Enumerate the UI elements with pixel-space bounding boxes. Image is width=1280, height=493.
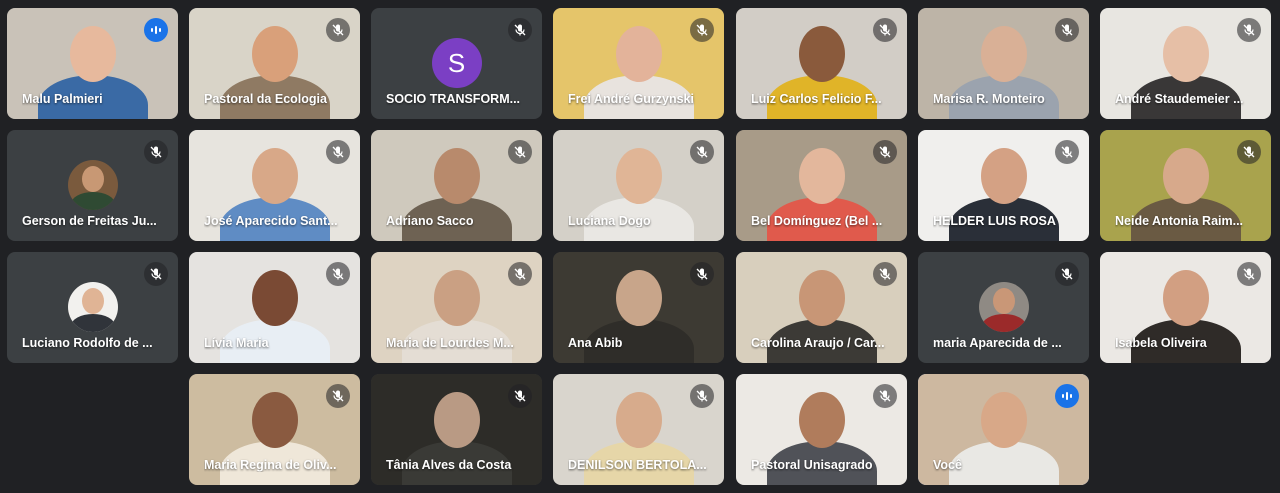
participant-tile[interactable]: Carolina Araujo / Car... <box>736 252 907 363</box>
participant-name: Maria Regina de Oliv... <box>204 458 337 472</box>
speaking-indicator-icon <box>144 18 168 42</box>
mic-off-icon <box>326 384 350 408</box>
mic-off-icon <box>873 384 897 408</box>
participant-name: Marisa R. Monteiro <box>933 92 1045 106</box>
mic-off-icon <box>873 140 897 164</box>
participant-name: Luciano Rodolfo de ... <box>22 336 153 350</box>
participant-tile[interactable]: Pastoral da Ecologia <box>189 8 360 119</box>
participant-tile[interactable]: HELDER LUIS ROSA <box>918 130 1089 241</box>
mic-off-icon <box>326 18 350 42</box>
participant-tile[interactable]: Marisa R. Monteiro <box>918 8 1089 119</box>
participant-name: Maria de Lourdes M... <box>386 336 514 350</box>
participant-tile[interactable]: Frei André Gurzynski <box>553 8 724 119</box>
participant-tile[interactable]: S SOCIO TRANSFORM... <box>371 8 542 119</box>
mic-off-icon <box>326 140 350 164</box>
participant-tile[interactable]: Luciano Rodolfo de ... <box>7 252 178 363</box>
mic-off-icon <box>508 140 532 164</box>
participant-name: Frei André Gurzynski <box>568 92 694 106</box>
participant-tile[interactable]: Adriano Sacco <box>371 130 542 241</box>
participant-tile[interactable]: Maria Regina de Oliv... <box>189 374 360 485</box>
mic-off-icon <box>326 262 350 286</box>
participant-tile[interactable]: DENILSON BERTOLA... <box>553 374 724 485</box>
participant-name: Luciana Dogo <box>568 214 651 228</box>
participant-tile[interactable]: Pastoral Unisagrado <box>736 374 907 485</box>
participant-tile[interactable]: André Staudemeier ... <box>1100 8 1271 119</box>
participant-name: Lívia Maria <box>204 336 269 350</box>
participant-name: Isabela Oliveira <box>1115 336 1207 350</box>
mic-off-icon <box>690 262 714 286</box>
speaking-indicator-icon <box>1055 384 1079 408</box>
mic-off-icon <box>873 18 897 42</box>
participant-tile[interactable]: Malu Palmieri <box>7 8 178 119</box>
participant-name: José Aparecido Sant... <box>204 214 338 228</box>
avatar <box>67 282 118 332</box>
participant-tile[interactable]: Gerson de Freitas Ju... <box>7 130 178 241</box>
mic-off-icon <box>1237 140 1261 164</box>
participant-name: HELDER LUIS ROSA <box>933 214 1056 228</box>
mic-off-icon <box>1237 18 1261 42</box>
mic-off-icon <box>690 140 714 164</box>
mic-off-icon <box>690 384 714 408</box>
participant-tile[interactable]: Ana Abib <box>553 252 724 363</box>
mic-off-icon <box>508 384 532 408</box>
mic-off-icon <box>144 140 168 164</box>
participant-name: Pastoral da Ecologia <box>204 92 327 106</box>
avatar <box>67 160 118 210</box>
participant-name: Bel Domínguez (Bel ... <box>751 214 883 228</box>
mic-off-icon <box>873 262 897 286</box>
participant-name: André Staudemeier ... <box>1115 92 1244 106</box>
participant-name: Tânia Alves da Costa <box>386 458 512 472</box>
avatar <box>978 282 1029 332</box>
mic-off-icon <box>690 18 714 42</box>
participant-tile[interactable]: Luiz Carlos Felicio F... <box>736 8 907 119</box>
participant-name: Malu Palmieri <box>22 92 103 106</box>
participant-tile[interactable]: Isabela Oliveira <box>1100 252 1271 363</box>
participant-tile[interactable]: Você <box>918 374 1089 485</box>
mic-off-icon <box>1055 262 1079 286</box>
participant-tile[interactable]: José Aparecido Sant... <box>189 130 360 241</box>
participant-tile[interactable]: Luciana Dogo <box>553 130 724 241</box>
participant-name: Neide Antonia Raim... <box>1115 214 1244 228</box>
participant-tile[interactable]: Maria de Lourdes M... <box>371 252 542 363</box>
participant-name: Carolina Araujo / Car... <box>751 336 885 350</box>
participant-name: Luiz Carlos Felicio F... <box>751 92 882 106</box>
mic-off-icon <box>1055 18 1079 42</box>
participant-tile[interactable]: Lívia Maria <box>189 252 360 363</box>
mic-off-icon <box>1055 140 1079 164</box>
participant-name: SOCIO TRANSFORM... <box>386 92 521 106</box>
participant-tile[interactable]: Tânia Alves da Costa <box>371 374 542 485</box>
mic-off-icon <box>508 262 532 286</box>
mic-off-icon <box>144 262 168 286</box>
mic-off-icon <box>1237 262 1261 286</box>
participant-name: DENILSON BERTOLA... <box>568 458 707 472</box>
mic-off-icon <box>508 18 532 42</box>
avatar: S <box>431 38 482 88</box>
participant-name: Você <box>933 458 962 472</box>
participant-tile[interactable]: Neide Antonia Raim... <box>1100 130 1271 241</box>
participant-name: Pastoral Unisagrado <box>751 458 873 472</box>
participant-grid: Malu Palmieri Pastoral da Ecologia S SOCIO … <box>0 0 1280 493</box>
participant-name: Adriano Sacco <box>386 214 474 228</box>
participant-tile[interactable]: maria Aparecida de ... <box>918 252 1089 363</box>
participant-name: maria Aparecida de ... <box>933 336 1062 350</box>
participant-name: Ana Abib <box>568 336 623 350</box>
participant-name: Gerson de Freitas Ju... <box>22 214 157 228</box>
participant-tile[interactable]: Bel Domínguez (Bel ... <box>736 130 907 241</box>
